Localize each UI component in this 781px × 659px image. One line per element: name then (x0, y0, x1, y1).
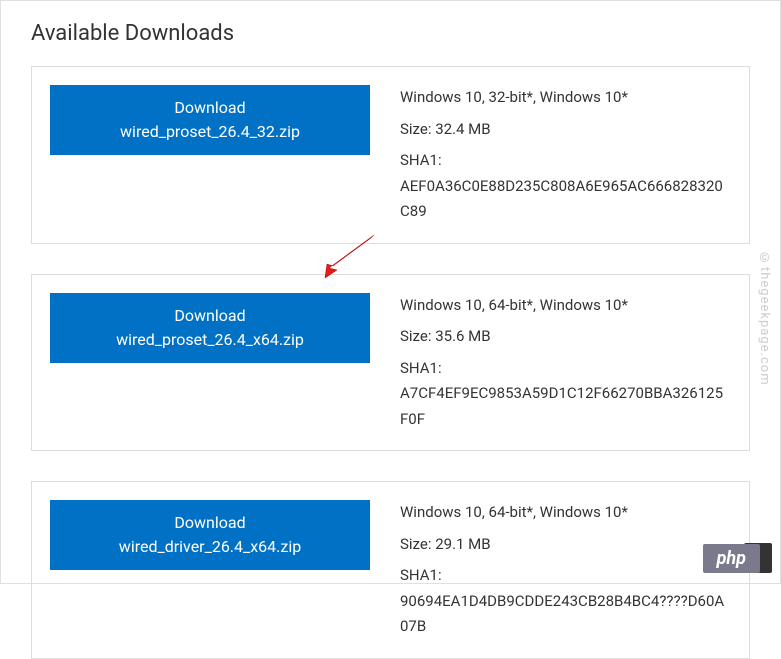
download-info: Windows 10, 64-bit*, Windows 10* Size: 2… (400, 500, 731, 640)
download-button-x64-driver[interactable]: Download wired_driver_26.4_x64.zip (50, 500, 370, 570)
download-card: Download wired_proset_26.4_32.zip Window… (31, 66, 750, 244)
sha-label: SHA1: (400, 563, 731, 589)
download-card: Download wired_proset_26.4_x64.zip Windo… (31, 274, 750, 452)
size-value: 32.4 MB (435, 120, 490, 138)
download-card: Download wired_driver_26.4_x64.zip Windo… (31, 481, 750, 659)
download-label: Download (174, 96, 245, 120)
download-filename: wired_driver_26.4_x64.zip (119, 535, 301, 559)
page-title: Available Downloads (31, 21, 750, 46)
download-info: Windows 10, 64-bit*, Windows 10* Size: 3… (400, 293, 731, 433)
size-info: Size: 32.4 MB (400, 117, 731, 143)
sha-value: 90694EA1D4DB9CDDE243CB28B4BC4????D60A07B (400, 589, 731, 640)
watermark: ©thegeekpage.com (757, 251, 772, 386)
size-value: 29.1 MB (435, 535, 490, 553)
download-filename: wired_proset_26.4_32.zip (120, 120, 300, 144)
download-button-32bit[interactable]: Download wired_proset_26.4_32.zip (50, 85, 370, 155)
sha-label: SHA1: (400, 356, 731, 382)
download-button-x64-proset[interactable]: Download wired_proset_26.4_x64.zip (50, 293, 370, 363)
sha-value: A7CF4EF9EC9853A59D1C12F66270BBA326125F0F (400, 381, 731, 432)
os-info: Windows 10, 32-bit*, Windows 10* (400, 85, 731, 111)
sha-label: SHA1: (400, 148, 731, 174)
download-label: Download (174, 304, 245, 328)
size-label: Size: (400, 535, 431, 553)
size-info: Size: 29.1 MB (400, 532, 731, 558)
php-badge: php (703, 544, 760, 573)
download-label: Download (174, 511, 245, 535)
size-value: 35.6 MB (435, 327, 490, 345)
size-label: Size: (400, 120, 431, 138)
size-label: Size: (400, 327, 431, 345)
size-info: Size: 35.6 MB (400, 324, 731, 350)
sha-value: AEF0A36C0E88D235C808A6E965AC666828320C89 (400, 174, 731, 225)
os-info: Windows 10, 64-bit*, Windows 10* (400, 293, 731, 319)
download-filename: wired_proset_26.4_x64.zip (116, 328, 304, 352)
os-info: Windows 10, 64-bit*, Windows 10* (400, 500, 731, 526)
download-info: Windows 10, 32-bit*, Windows 10* Size: 3… (400, 85, 731, 225)
arrow-icon (319, 230, 379, 280)
